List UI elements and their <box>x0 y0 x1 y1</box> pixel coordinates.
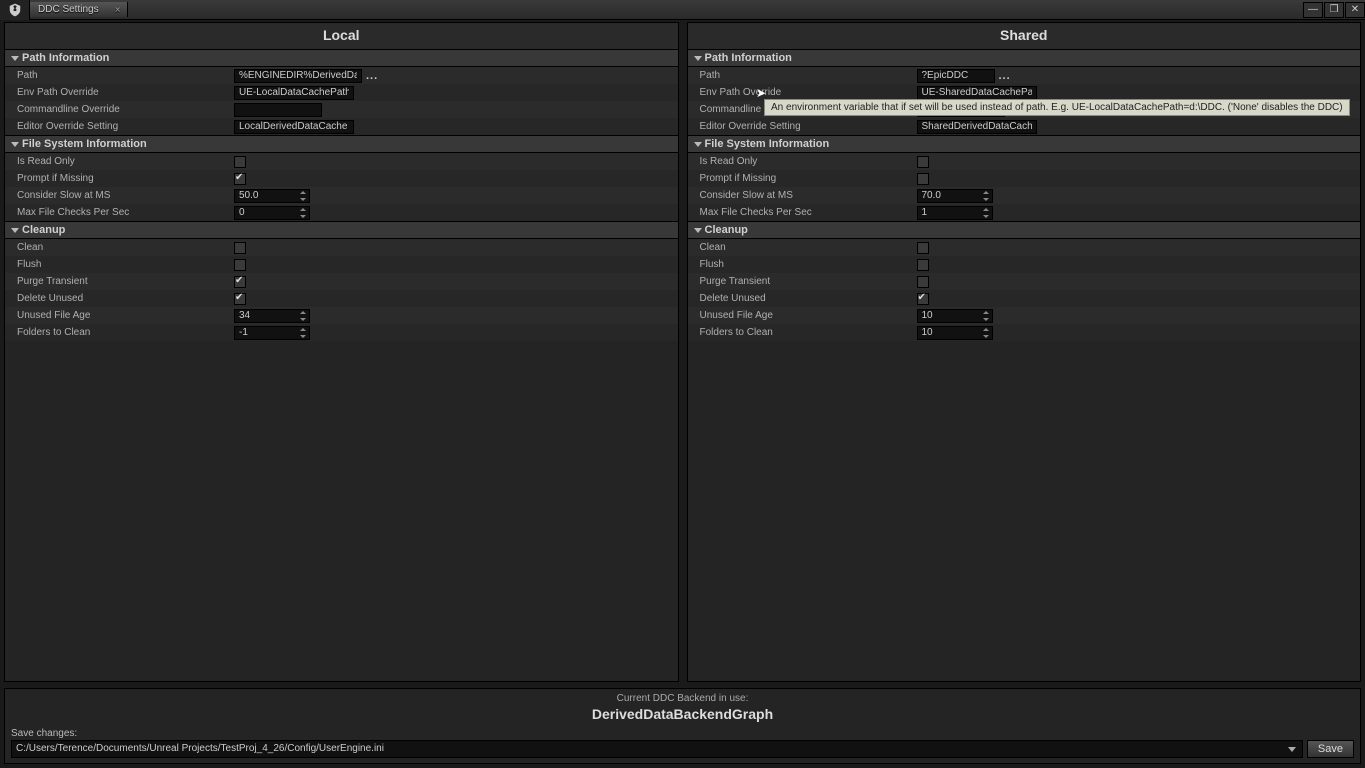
env-label: Env Path Override <box>5 87 230 98</box>
shared-readonly-check[interactable] <box>917 156 929 168</box>
tooltip: An environment variable that if set will… <box>764 99 1350 116</box>
save-path-select[interactable]: C:/Users/Terence/Documents/Unreal Projec… <box>11 740 1303 758</box>
titlebar: DDC Settings × — ❐ ✕ <box>0 0 1365 20</box>
backend-name: DerivedDataBackendGraph <box>5 706 1360 727</box>
local-flush-check[interactable] <box>234 259 246 271</box>
local-prompt-check[interactable] <box>234 173 246 185</box>
expand-icon <box>11 142 19 147</box>
shared-purge-check[interactable] <box>917 276 929 288</box>
expand-icon <box>11 56 19 61</box>
expand-icon <box>694 56 702 61</box>
browse-icon[interactable]: ... <box>999 70 1011 82</box>
shared-panel: Shared Path Information Path... Env Path… <box>687 22 1362 682</box>
browse-icon[interactable]: ... <box>366 70 378 82</box>
local-cmd-input[interactable] <box>234 103 322 117</box>
expand-icon <box>694 228 702 233</box>
local-path-info-header[interactable]: Path Information <box>5 49 678 67</box>
shared-delete-check[interactable] <box>917 293 929 305</box>
local-editor-input[interactable] <box>234 120 354 134</box>
local-cleanup-header[interactable]: Cleanup <box>5 221 678 239</box>
save-button[interactable]: Save <box>1307 740 1354 758</box>
path-label: Path <box>5 70 230 81</box>
shared-folders-input[interactable] <box>917 326 993 340</box>
local-folders-input[interactable] <box>234 326 310 340</box>
editor-label: Editor Override Setting <box>5 121 230 132</box>
shared-cleanup-header[interactable]: Cleanup <box>688 221 1361 239</box>
backend-label: Current DDC Backend in use: <box>5 689 1360 706</box>
shared-flush-check[interactable] <box>917 259 929 271</box>
local-title: Local <box>5 23 678 49</box>
shared-prompt-check[interactable] <box>917 173 929 185</box>
local-max-input[interactable] <box>234 206 310 220</box>
local-purge-check[interactable] <box>234 276 246 288</box>
footer: Current DDC Backend in use: DerivedDataB… <box>4 688 1361 764</box>
local-slow-input[interactable] <box>234 189 310 203</box>
local-clean-check[interactable] <box>234 242 246 254</box>
window-tab[interactable]: DDC Settings × <box>30 2 128 17</box>
shared-title: Shared <box>688 23 1361 49</box>
shared-age-input[interactable] <box>917 309 993 323</box>
local-fs-header[interactable]: File System Information <box>5 135 678 153</box>
close-button[interactable]: ✕ <box>1345 2 1365 18</box>
shared-path-input[interactable] <box>917 69 995 83</box>
local-env-input[interactable] <box>234 86 354 100</box>
expand-icon <box>11 228 19 233</box>
minimize-button[interactable]: — <box>1303 2 1323 18</box>
shared-path-info-header[interactable]: Path Information <box>688 49 1361 67</box>
close-tab-icon[interactable]: × <box>115 5 121 16</box>
shared-env-input[interactable] <box>917 86 1037 100</box>
local-path-input[interactable] <box>234 69 362 83</box>
expand-icon <box>694 142 702 147</box>
local-panel: Local Path Information Path... Env Path … <box>4 22 679 682</box>
shared-clean-check[interactable] <box>917 242 929 254</box>
shared-editor-input[interactable] <box>917 120 1037 134</box>
shared-max-input[interactable] <box>917 206 993 220</box>
shared-slow-input[interactable] <box>917 189 993 203</box>
save-label: Save changes: <box>11 727 1354 740</box>
app-logo <box>0 0 30 20</box>
local-age-input[interactable] <box>234 309 310 323</box>
shared-fs-header[interactable]: File System Information <box>688 135 1361 153</box>
local-delete-check[interactable] <box>234 293 246 305</box>
local-readonly-check[interactable] <box>234 156 246 168</box>
tab-title: DDC Settings <box>38 4 99 15</box>
cmd-label: Commandline Override <box>5 104 230 115</box>
maximize-button[interactable]: ❐ <box>1324 2 1344 18</box>
